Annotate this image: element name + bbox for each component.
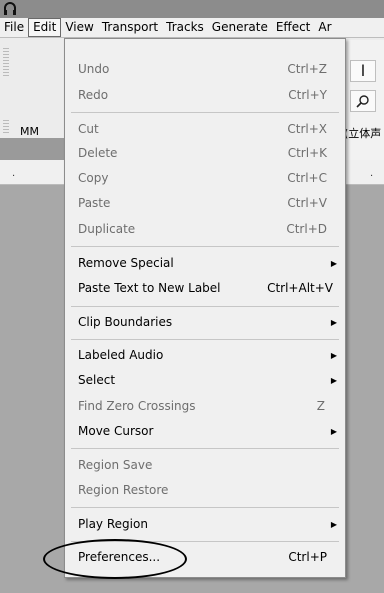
menu-separator bbox=[71, 246, 339, 247]
zoom-tool-icon[interactable] bbox=[350, 90, 376, 112]
menu-separator bbox=[71, 339, 339, 340]
menu-effect[interactable]: Effect bbox=[272, 18, 315, 37]
submenu-arrow-icon: ▶ bbox=[330, 376, 337, 385]
menu-item-play-region[interactable]: Play Region ▶ bbox=[65, 512, 345, 537]
menu-item-undo: Undo Ctrl+Z bbox=[65, 57, 345, 82]
menu-item-region-restore: Region Restore bbox=[65, 478, 345, 503]
menu-item-shortcut: Ctrl+V bbox=[287, 196, 327, 210]
menu-item-label: Play Region bbox=[78, 517, 148, 531]
menu-item-label: Cut bbox=[78, 122, 99, 136]
menu-item-label: Redo bbox=[78, 88, 109, 102]
menu-item-region-save: Region Save bbox=[65, 453, 345, 478]
menu-item-label: Copy bbox=[78, 171, 109, 185]
menu-item-shortcut: Ctrl+D bbox=[286, 222, 327, 236]
menu-item-paste: Paste Ctrl+V bbox=[65, 191, 345, 216]
menu-item-clip-boundaries[interactable]: Clip Boundaries ▶ bbox=[65, 310, 345, 335]
menu-item-delete: Delete Ctrl+K bbox=[65, 141, 345, 166]
menu-item-remove-special[interactable]: Remove Special ▶ bbox=[65, 251, 345, 276]
toolbar-gripper[interactable] bbox=[3, 120, 9, 134]
menu-separator bbox=[71, 448, 339, 449]
menu-item-cut: Cut Ctrl+X bbox=[65, 117, 345, 142]
ruler-dot: . bbox=[370, 168, 374, 179]
submenu-arrow-icon: ▶ bbox=[330, 351, 337, 360]
menu-item-copy: Copy Ctrl+C bbox=[65, 166, 345, 191]
menu-item-labeled-audio[interactable]: Labeled Audio ▶ bbox=[65, 343, 345, 368]
toolbar-gripper[interactable] bbox=[3, 48, 9, 78]
menu-item-label: Undo bbox=[78, 62, 110, 76]
menu-generate[interactable]: Generate bbox=[208, 18, 272, 37]
submenu-arrow-icon: ▶ bbox=[330, 427, 337, 436]
menu-item-label: Region Save bbox=[78, 458, 153, 472]
menu-analyze[interactable]: Ar bbox=[314, 18, 335, 37]
menu-view[interactable]: View bbox=[61, 18, 97, 37]
menu-item-shortcut: Z bbox=[316, 399, 325, 413]
menu-item-shortcut: Ctrl+C bbox=[287, 171, 327, 185]
channel-label: (立体声 bbox=[344, 127, 382, 140]
menu-item-label: Move Cursor bbox=[78, 424, 154, 438]
menu-item-shortcut: Ctrl+X bbox=[287, 122, 327, 136]
menu-item-label: Paste Text to New Label bbox=[78, 281, 221, 295]
submenu-arrow-icon: ▶ bbox=[330, 259, 337, 268]
menu-item-label: Region Restore bbox=[78, 483, 169, 497]
menu-item-label: Find Zero Crossings bbox=[78, 399, 196, 413]
submenu-arrow-icon: ▶ bbox=[330, 520, 337, 529]
menu-transport[interactable]: Transport bbox=[98, 18, 162, 37]
menu-item-label: Labeled Audio bbox=[78, 348, 164, 362]
selection-tool-icon[interactable]: I bbox=[350, 60, 376, 82]
menu-separator bbox=[71, 112, 339, 113]
menu-file[interactable]: File bbox=[0, 18, 28, 37]
preferences-highlight-circle bbox=[43, 539, 187, 579]
edit-menu: Undo Ctrl+Z Redo Ctrl+Y Cut Ctrl+X Delete Ct… bbox=[64, 38, 346, 578]
app-icon bbox=[4, 2, 17, 16]
menu-item-label: Remove Special bbox=[78, 256, 174, 270]
menu-item-label: Duplicate bbox=[78, 222, 136, 236]
menu-item-label: Clip Boundaries bbox=[78, 315, 173, 329]
menu-item-select[interactable]: Select ▶ bbox=[65, 368, 345, 393]
menu-item-redo: Redo Ctrl+Y bbox=[65, 83, 345, 108]
menu-item-shortcut: Ctrl+K bbox=[287, 146, 327, 160]
menu-item-label: Paste bbox=[78, 196, 111, 210]
menu-tracks[interactable]: Tracks bbox=[162, 18, 208, 37]
menu-item-shortcut: Ctrl+Alt+V bbox=[267, 281, 333, 295]
meter-label: MM bbox=[20, 125, 39, 138]
menu-item-move-cursor[interactable]: Move Cursor ▶ bbox=[65, 419, 345, 444]
menu-item-paste-text-to-new-label[interactable]: Paste Text to New Label Ctrl+Alt+V bbox=[65, 276, 345, 301]
menu-separator bbox=[71, 507, 339, 508]
menu-item-label: Select bbox=[78, 373, 116, 387]
menu-item-duplicate: Duplicate Ctrl+D bbox=[65, 217, 345, 242]
ruler-dot: . bbox=[12, 168, 16, 179]
menu-item-find-zero-crossings: Find Zero Crossings Z bbox=[65, 394, 345, 419]
menu-separator bbox=[71, 306, 339, 307]
menu-item-shortcut: Ctrl+P bbox=[288, 550, 327, 564]
menu-bar: File Edit View Transport Tracks Generate Effec… bbox=[0, 18, 384, 38]
menu-item-shortcut: Ctrl+Z bbox=[287, 62, 327, 76]
menu-item-shortcut: Ctrl+Y bbox=[288, 88, 327, 102]
title-bar bbox=[0, 0, 384, 18]
menu-edit[interactable]: Edit bbox=[28, 18, 62, 37]
menu-item-label: Delete bbox=[78, 146, 118, 160]
submenu-arrow-icon: ▶ bbox=[330, 318, 337, 327]
